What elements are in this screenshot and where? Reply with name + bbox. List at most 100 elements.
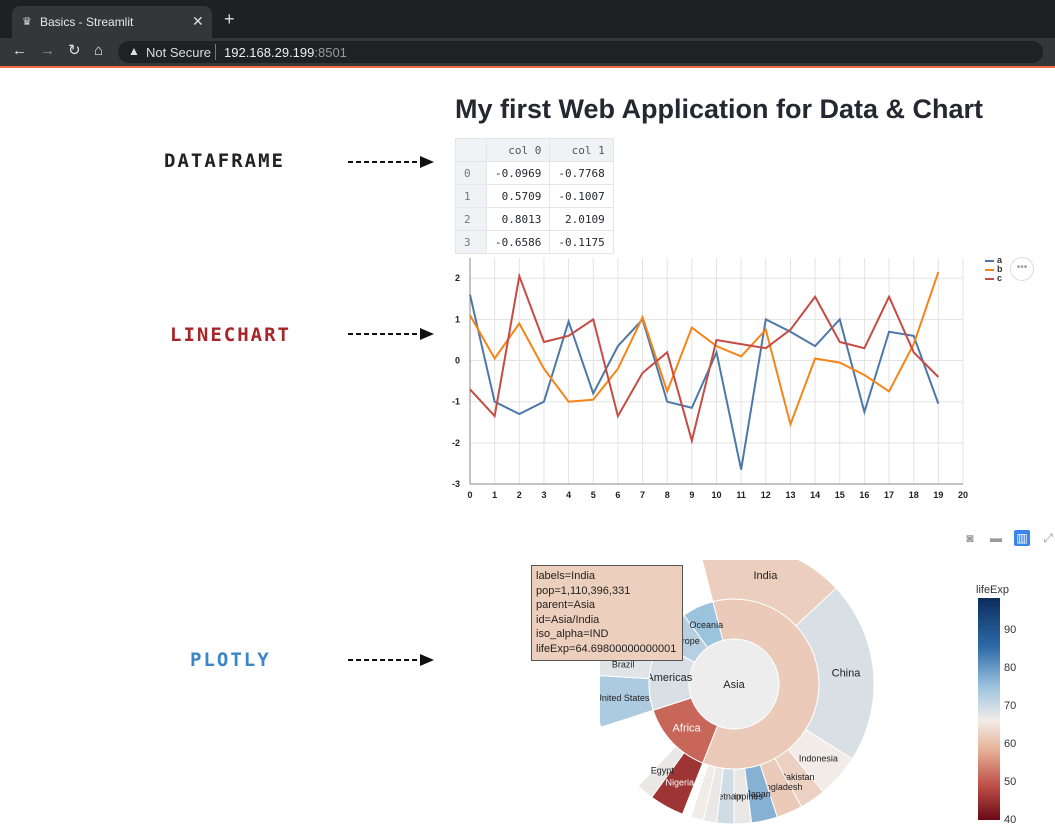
bar-chart-icon[interactable]: ▥ <box>1014 530 1030 546</box>
pan-icon[interactable]: ▬ <box>988 530 1004 546</box>
row-index: 0 <box>455 161 487 185</box>
x-tick-label: 15 <box>835 490 845 500</box>
back-icon[interactable]: ← <box>12 42 27 60</box>
streamlit-crown-icon: ♛ <box>22 16 32 28</box>
sunburst-label: Americas <box>646 672 692 684</box>
x-tick-label: 5 <box>591 490 596 500</box>
sunburst-label: Oceania <box>690 620 724 630</box>
dataframe-table[interactable]: col 0 col 1 0 -0.0969 -0.7768 1 0.5709 -… <box>455 138 614 254</box>
table-row: 0 -0.0969 -0.7768 <box>455 161 614 185</box>
sunburst-label: India <box>753 570 778 582</box>
colorbar-tick: 50 <box>1004 776 1017 788</box>
table-cell[interactable]: 0.5709 <box>485 184 551 208</box>
column-header[interactable]: col 0 <box>485 138 551 162</box>
table-cell[interactable]: -0.0969 <box>485 161 551 185</box>
browser-tab[interactable]: ♛ Basics - Streamlit ✕ <box>12 6 212 38</box>
tooltip-line: pop=1,110,396,331 <box>536 584 631 597</box>
dataframe-label: DATAFRAME <box>164 150 285 172</box>
table-cell[interactable]: 2.0109 <box>549 207 614 231</box>
line-chart[interactable]: 0 1 2 3 4 5 6 7 8 9 10 11 12 13 14 15 16 17 18 19 20210-1-2-… <box>440 250 980 500</box>
x-tick-label: 2 <box>517 490 522 500</box>
column-header[interactable]: col 1 <box>549 138 614 162</box>
url-host: 192.168.29.199 <box>224 45 315 60</box>
y-tick-label: -1 <box>452 397 460 407</box>
sunburst-label: Indonesia <box>799 753 838 763</box>
x-tick-label: 1 <box>492 490 497 500</box>
url-port: :8501 <box>314 45 347 60</box>
table-cell[interactable]: 0.8013 <box>485 207 551 231</box>
tooltip-line: lifeExp=64.69800000000001 <box>536 642 677 655</box>
plotly-arrow <box>348 654 434 666</box>
tab-title: Basics - Streamlit <box>40 15 134 29</box>
not-secure-label[interactable]: Not Secure <box>146 45 211 60</box>
linechart-arrow <box>348 328 434 340</box>
series-line-c <box>469 272 940 445</box>
sunburst-label: Brazil <box>612 660 635 670</box>
sunburst-center-label: Asia <box>723 679 745 691</box>
x-tick-label: 17 <box>884 490 894 500</box>
colorbar-tick: 80 <box>1004 662 1017 674</box>
tooltip-line: id=Asia/India <box>536 613 600 626</box>
x-tick-label: 8 <box>665 490 670 500</box>
table-cell[interactable]: -0.7768 <box>549 161 614 185</box>
forward-icon[interactable]: → <box>40 42 55 60</box>
x-tick-label: 13 <box>785 490 795 500</box>
colorbar-tick: 90 <box>1004 624 1017 636</box>
x-tick-label: 9 <box>689 490 694 500</box>
colorbar-title: lifeExp <box>976 584 1010 596</box>
x-tick-label: 4 <box>566 490 571 500</box>
sunburst-label: United States <box>600 693 650 703</box>
colorbar-tick: 40 <box>1004 814 1017 826</box>
row-index: 1 <box>455 184 487 208</box>
y-tick-label: 0 <box>455 356 460 366</box>
sunburst-label: Africa <box>673 722 702 734</box>
x-tick-label: 16 <box>859 490 869 500</box>
address-bar[interactable]: ▲ Not Secure 192.168.29.199:8501 <box>118 41 1043 63</box>
x-tick-label: 6 <box>615 490 620 500</box>
tooltip-line: iso_alpha=IND <box>536 628 609 641</box>
table-cell[interactable]: -0.1007 <box>549 184 614 208</box>
x-tick-label: 10 <box>711 490 721 500</box>
row-index: 2 <box>455 207 487 231</box>
table-row: 1 0.5709 -0.1007 <box>455 184 614 208</box>
plotly-label: PLOTLY <box>190 649 271 671</box>
series-line-a <box>469 294 940 470</box>
x-tick-label: 11 <box>736 490 746 500</box>
sunburst-label: Nigeria <box>666 778 695 788</box>
x-tick-label: 18 <box>909 490 919 500</box>
line-chart-legend: a b c <box>985 256 1003 283</box>
browser-nav-bar: ← → ↻ ⌂ ▲ Not Secure 192.168.29.199:8501 <box>0 38 1055 68</box>
close-tab-icon[interactable]: ✕ <box>192 13 204 30</box>
legend-item-c[interactable]: c <box>985 274 1003 283</box>
reload-icon[interactable]: ↻ <box>68 42 81 60</box>
index-header <box>455 138 487 162</box>
x-tick-label: 20 <box>958 490 968 500</box>
x-tick-label: 19 <box>933 490 943 500</box>
home-icon[interactable]: ⌂ <box>94 42 103 60</box>
tooltip-line: labels=India <box>536 570 596 582</box>
expand-icon[interactable]: ⤢ <box>1040 530 1055 546</box>
colorbar <box>978 598 1000 820</box>
address-divider <box>215 44 216 60</box>
browser-tab-bar: ♛ Basics - Streamlit ✕ + <box>0 0 1055 38</box>
table-header-row: col 0 col 1 <box>455 138 614 162</box>
table-row: 2 0.8013 2.0109 <box>455 207 614 231</box>
legend-swatch <box>985 268 994 271</box>
x-tick-label: 12 <box>761 490 771 500</box>
sunburst-label: Egypt <box>651 766 675 776</box>
tooltip-line: parent=Asia <box>536 599 596 612</box>
legend-swatch <box>985 277 994 280</box>
warning-icon[interactable]: ▲ <box>128 44 140 58</box>
hover-tooltip: labels=India pop=1,110,396,331 parent=As… <box>531 565 683 661</box>
chart-menu-button[interactable]: ••• <box>1010 257 1034 281</box>
legend-swatch <box>985 259 994 262</box>
url-text[interactable]: 192.168.29.199:8501 <box>224 45 347 60</box>
y-tick-label: -3 <box>452 479 460 489</box>
y-tick-label: 1 <box>455 314 460 324</box>
camera-icon[interactable]: ◙ <box>962 530 978 546</box>
linechart-label: LINECHART <box>170 324 291 346</box>
sunburst-label: China <box>832 667 862 679</box>
new-tab-icon[interactable]: + <box>224 10 235 28</box>
x-tick-label: 7 <box>640 490 645 500</box>
x-tick-label: 0 <box>467 490 472 500</box>
